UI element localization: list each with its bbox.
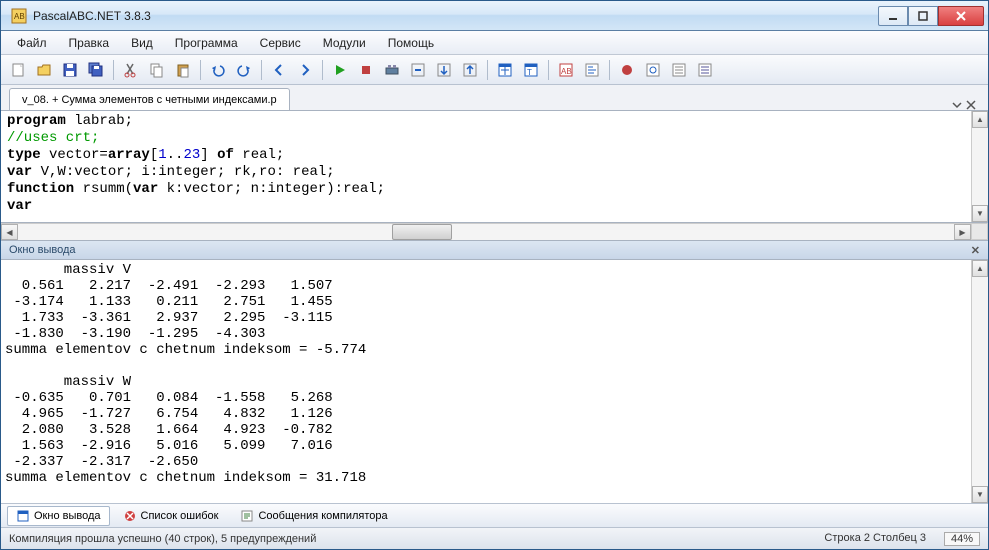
svg-text:T: T <box>527 68 532 77</box>
callstack-icon[interactable] <box>694 59 716 81</box>
compiler-tab-icon <box>240 509 254 523</box>
menu-view[interactable]: Вид <box>121 33 163 53</box>
stop-icon[interactable] <box>355 59 377 81</box>
step-into-icon[interactable] <box>433 59 455 81</box>
menu-file[interactable]: Файл <box>7 33 57 53</box>
insert-template-icon[interactable]: AB <box>555 59 577 81</box>
close-button[interactable] <box>938 6 984 26</box>
scroll-down-icon[interactable]: ▼ <box>972 486 988 503</box>
svg-text:AB: AB <box>14 12 25 21</box>
compiler-tab-label: Сообщения компилятора <box>258 510 387 522</box>
output-area: massiv V 0.561 2.217 -2.491 -2.293 1.507… <box>1 260 988 503</box>
scroll-corner <box>971 223 988 240</box>
window-title: PascalABC.NET 3.8.3 <box>33 9 878 23</box>
menu-modules[interactable]: Модули <box>313 33 376 53</box>
undo-icon[interactable] <box>207 59 229 81</box>
scroll-left-icon[interactable]: ◀ <box>1 224 18 240</box>
maximize-button[interactable] <box>908 6 938 26</box>
toolbar-separator <box>487 60 488 80</box>
bottom-tabbar: Окно вывода Список ошибок Сообщения комп… <box>1 503 988 527</box>
output-tab-icon <box>16 509 30 523</box>
errors-tab[interactable]: Список ошибок <box>114 506 228 526</box>
prev-icon[interactable] <box>268 59 290 81</box>
paste-icon[interactable] <box>172 59 194 81</box>
app-icon: AB <box>11 8 27 24</box>
editor-vscrollbar[interactable]: ▲ ▼ <box>971 111 988 222</box>
output-close-icon[interactable]: ✕ <box>971 244 980 257</box>
menu-program[interactable]: Программа <box>165 33 248 53</box>
menu-edit[interactable]: Правка <box>59 33 120 53</box>
errors-tab-icon <box>123 509 137 523</box>
errors-tab-label: Список ошибок <box>141 510 219 522</box>
scroll-track[interactable] <box>18 224 954 240</box>
toolbar-separator <box>200 60 201 80</box>
run-icon[interactable] <box>329 59 351 81</box>
output-panel-title: Окно вывода <box>9 244 76 256</box>
titlebar: AB PascalABC.NET 3.8.3 <box>1 1 988 31</box>
menu-service[interactable]: Сервис <box>250 33 311 53</box>
cursor-position: Строка 2 Столбец 3 <box>824 532 926 546</box>
compile-icon[interactable] <box>381 59 403 81</box>
statusbar: Компиляция прошла успешно (40 строк), 5 … <box>1 527 988 549</box>
scroll-right-icon[interactable]: ▶ <box>954 224 971 240</box>
toolbar: T AB <box>1 55 988 85</box>
scroll-track[interactable] <box>972 277 988 486</box>
output-panel-header: Окно вывода ✕ <box>1 240 988 260</box>
output-text[interactable]: massiv V 0.561 2.217 -2.491 -2.293 1.507… <box>1 260 971 503</box>
breakpoint-icon[interactable] <box>616 59 638 81</box>
scroll-up-icon[interactable]: ▲ <box>972 260 988 277</box>
tab-close-icon[interactable] <box>966 100 976 110</box>
window-controls <box>878 6 984 26</box>
cut-icon[interactable] <box>120 59 142 81</box>
code-format-icon[interactable] <box>581 59 603 81</box>
editor-hscrollbar[interactable]: ◀ ▶ <box>1 223 971 240</box>
step-over-icon[interactable] <box>407 59 429 81</box>
status-message: Компиляция прошла успешно (40 строк), 5 … <box>9 533 316 545</box>
main-window: AB PascalABC.NET 3.8.3 Файл Правка Вид П… <box>0 0 989 550</box>
open-file-icon[interactable] <box>33 59 55 81</box>
tabbar: v_08. + Сумма элементов с четными индекс… <box>1 85 988 111</box>
scroll-thumb[interactable] <box>392 224 452 240</box>
editor-area: program labrab; //uses crt; type vector=… <box>1 111 988 223</box>
toolbar-separator <box>261 60 262 80</box>
tab-dropdown-icon[interactable] <box>952 100 962 110</box>
document-tab[interactable]: v_08. + Сумма элементов с четными индекс… <box>9 88 290 110</box>
minimize-button[interactable] <box>878 6 908 26</box>
tab-label: v_08. + Сумма элементов с четными индекс… <box>22 94 277 106</box>
toggle-output-icon[interactable]: T <box>520 59 542 81</box>
scroll-down-icon[interactable]: ▼ <box>972 205 988 222</box>
save-icon[interactable] <box>59 59 81 81</box>
compiler-tab[interactable]: Сообщения компилятора <box>231 506 396 526</box>
toolbar-separator <box>609 60 610 80</box>
output-tab[interactable]: Окно вывода <box>7 506 110 526</box>
copy-icon[interactable] <box>146 59 168 81</box>
svg-text:AB: AB <box>561 67 572 76</box>
output-vscrollbar[interactable]: ▲ ▼ <box>971 260 988 503</box>
code-editor[interactable]: program labrab; //uses crt; type vector=… <box>1 111 971 222</box>
next-icon[interactable] <box>294 59 316 81</box>
scroll-up-icon[interactable]: ▲ <box>972 111 988 128</box>
output-tab-label: Окно вывода <box>34 510 101 522</box>
scroll-track[interactable] <box>972 128 988 205</box>
toolbar-separator <box>322 60 323 80</box>
progress-percent: 44% <box>944 532 980 546</box>
toolbar-separator <box>548 60 549 80</box>
step-out-icon[interactable] <box>459 59 481 81</box>
menubar: Файл Правка Вид Программа Сервис Модули … <box>1 31 988 55</box>
watch-icon[interactable] <box>642 59 664 81</box>
design-form-icon[interactable] <box>494 59 516 81</box>
menu-help[interactable]: Помощь <box>378 33 444 53</box>
save-all-icon[interactable] <box>85 59 107 81</box>
locals-icon[interactable] <box>668 59 690 81</box>
toolbar-separator <box>113 60 114 80</box>
new-file-icon[interactable] <box>7 59 29 81</box>
redo-icon[interactable] <box>233 59 255 81</box>
